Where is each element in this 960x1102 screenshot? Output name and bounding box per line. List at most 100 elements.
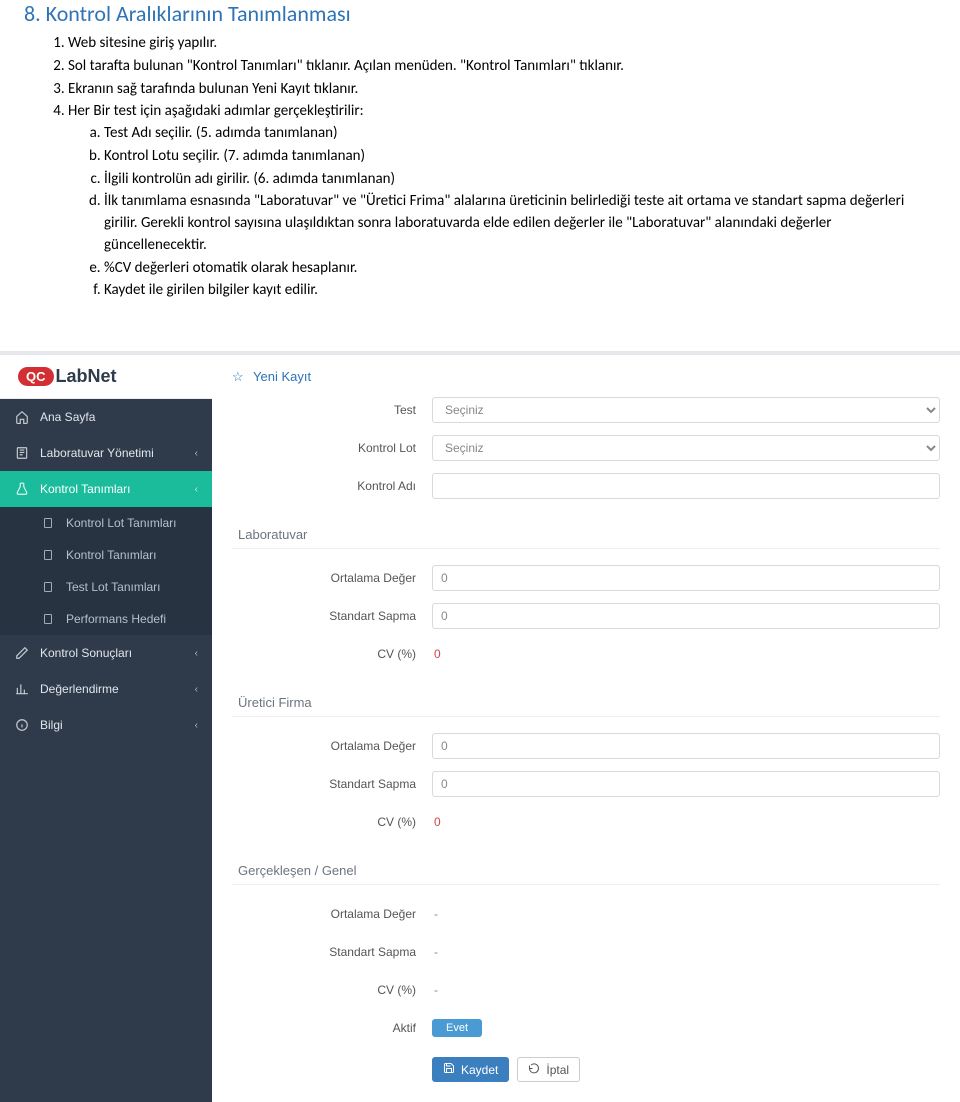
row-aktif: Aktif Evet xyxy=(232,1013,940,1043)
doc-substep: İlgili kontrolün adı girilir. (6. adımda… xyxy=(104,169,936,191)
input-lab-ort[interactable] xyxy=(432,565,940,591)
flask-icon xyxy=(14,482,30,496)
doc-ordered-list: Web sitesine giriş yapılır. Sol tarafta … xyxy=(24,33,936,302)
button-row: Kaydet İptal xyxy=(432,1051,940,1082)
row-kontrol-adi: Kontrol Adı xyxy=(232,471,940,501)
info-icon xyxy=(14,718,30,732)
chevron-left-icon: ‹ xyxy=(195,720,198,731)
bar-chart-icon xyxy=(14,682,30,696)
document-icon xyxy=(40,549,56,561)
sidebar-item-home[interactable]: Ana Sayfa xyxy=(0,399,212,435)
select-test[interactable]: Seçiniz xyxy=(432,397,940,423)
chevron-left-icon: ‹ xyxy=(195,484,198,495)
section-gerceklesen: Gerçekleşen / Genel xyxy=(232,845,940,885)
label-ort: Ortalama Değer xyxy=(232,739,432,753)
label-cv: CV (%) xyxy=(232,983,432,997)
label-kontrol-lot: Kontrol Lot xyxy=(232,441,432,455)
lab-icon xyxy=(14,446,30,460)
app-screenshot: QC LabNet Ana Sayfa Laboratuvar Yönetimi… xyxy=(0,351,960,1102)
doc-section: 8. Kontrol Aralıklarının Tanımlanması We… xyxy=(0,0,960,323)
star-icon: ☆ xyxy=(232,369,244,384)
sidebar-item-label: Laboratuvar Yönetimi xyxy=(40,446,154,460)
sidebar-sub-kontrol-lot[interactable]: Kontrol Lot Tanımları xyxy=(0,507,212,539)
sidebar-item-label: Değerlendirme xyxy=(40,682,119,696)
doc-substep: %CV değerleri otomatik olarak hesaplanır… xyxy=(104,258,936,280)
sidebar-item-kontrol-sonuclari[interactable]: Kontrol Sonuçları ‹ xyxy=(0,635,212,671)
doc-heading: 8. Kontrol Aralıklarının Tanımlanması xyxy=(24,0,936,27)
input-kontrol-adi[interactable] xyxy=(432,473,940,499)
document-icon xyxy=(40,581,56,593)
label-cv: CV (%) xyxy=(232,647,432,661)
row-ur-cv: CV (%) 0 xyxy=(232,807,940,837)
input-ur-ort[interactable] xyxy=(432,733,940,759)
row-lab-ort: Ortalama Değer xyxy=(232,563,940,593)
sidebar-item-label: Kontrol Tanımları xyxy=(66,548,157,562)
sidebar-sub-test-lot[interactable]: Test Lot Tanımları xyxy=(0,571,212,603)
sidebar-item-label: Kontrol Tanımları xyxy=(40,482,131,496)
sidebar-item-lab-mgmt[interactable]: Laboratuvar Yönetimi ‹ xyxy=(0,435,212,471)
doc-substep: Kaydet ile girilen bilgiler kayıt edilir… xyxy=(104,280,936,302)
doc-substep: İlk tanımlama esnasında "Laboratuvar" ve… xyxy=(104,191,936,256)
doc-step: Web sitesine giriş yapılır. xyxy=(68,33,936,55)
label-std: Standart Sapma xyxy=(232,609,432,623)
logo: QC LabNet xyxy=(0,355,212,399)
value-gn-cv: - xyxy=(432,983,438,997)
section-laboratuvar: Laboratuvar xyxy=(232,509,940,549)
label-std: Standart Sapma xyxy=(232,777,432,791)
label-ort: Ortalama Değer xyxy=(232,907,432,921)
sidebar-item-label: Kontrol Lot Tanımları xyxy=(66,516,177,530)
home-icon xyxy=(14,410,30,424)
page-title-text: Yeni Kayıt xyxy=(253,369,311,384)
sidebar-item-label: Test Lot Tanımları xyxy=(66,580,161,594)
value-ur-cv: 0 xyxy=(432,815,441,829)
toggle-aktif[interactable]: Evet xyxy=(432,1019,482,1037)
section-uretici: Üretici Firma xyxy=(232,677,940,717)
sidebar-item-bilgi[interactable]: Bilgi ‹ xyxy=(0,707,212,743)
logo-qc-badge: QC xyxy=(18,367,54,386)
doc-step: Sol tarafta bulunan "Kontrol Tanımları" … xyxy=(68,56,936,78)
label-aktif: Aktif xyxy=(232,1021,432,1035)
label-test: Test xyxy=(232,403,432,417)
value-gn-std: - xyxy=(432,945,438,959)
sidebar-item-label: Performans Hedefi xyxy=(66,612,166,626)
label-cv: CV (%) xyxy=(232,815,432,829)
row-test: Test Seçiniz xyxy=(232,395,940,425)
sidebar-item-label: Bilgi xyxy=(40,718,63,732)
cancel-button-label: İptal xyxy=(546,1063,569,1077)
cancel-button[interactable]: İptal xyxy=(517,1057,580,1082)
sidebar-sub-performans[interactable]: Performans Hedefi xyxy=(0,603,212,635)
sidebar-item-degerlendirme[interactable]: Değerlendirme ‹ xyxy=(0,671,212,707)
label-std: Standart Sapma xyxy=(232,945,432,959)
page-title: ☆ Yeni Kayıt xyxy=(232,355,940,395)
document-icon xyxy=(40,613,56,625)
doc-substep: Kontrol Lotu seçilir. (7. adımda tanımla… xyxy=(104,146,936,168)
sidebar: QC LabNet Ana Sayfa Laboratuvar Yönetimi… xyxy=(0,355,212,1102)
logo-labnet: LabNet xyxy=(56,366,117,387)
sidebar-item-label: Kontrol Sonuçları xyxy=(40,646,132,660)
sidebar-item-kontrol-tanimlari[interactable]: Kontrol Tanımları ‹ xyxy=(0,471,212,507)
sidebar-sub-kontrol[interactable]: Kontrol Tanımları xyxy=(0,539,212,571)
document-icon xyxy=(40,517,56,529)
doc-step: Ekranın sağ tarafında bulunan Yeni Kayıt… xyxy=(68,79,936,101)
doc-step-text: Her Bir test için aşağıdaki adımlar gerç… xyxy=(68,102,364,120)
save-button[interactable]: Kaydet xyxy=(432,1057,509,1082)
sidebar-item-label: Ana Sayfa xyxy=(40,410,95,424)
row-gn-cv: CV (%) - xyxy=(232,975,940,1005)
row-kontrol-lot: Kontrol Lot Seçiniz xyxy=(232,433,940,463)
chevron-left-icon: ‹ xyxy=(195,448,198,459)
doc-sublist: Test Adı seçilir. (5. adımda tanımlanan)… xyxy=(68,123,936,302)
row-ur-std: Standart Sapma xyxy=(232,769,940,799)
row-lab-cv: CV (%) 0 xyxy=(232,639,940,669)
save-button-label: Kaydet xyxy=(461,1063,498,1077)
row-gn-ort: Ortalama Değer - xyxy=(232,899,940,929)
row-lab-std: Standart Sapma xyxy=(232,601,940,631)
input-ur-std[interactable] xyxy=(432,771,940,797)
select-kontrol-lot[interactable]: Seçiniz xyxy=(432,435,940,461)
value-lab-cv: 0 xyxy=(432,647,441,661)
row-ur-ort: Ortalama Değer xyxy=(232,731,940,761)
pencil-icon xyxy=(14,646,30,660)
input-lab-std[interactable] xyxy=(432,603,940,629)
undo-icon xyxy=(528,1062,540,1077)
doc-substep: Test Adı seçilir. (5. adımda tanımlanan) xyxy=(104,123,936,145)
chevron-left-icon: ‹ xyxy=(195,648,198,659)
